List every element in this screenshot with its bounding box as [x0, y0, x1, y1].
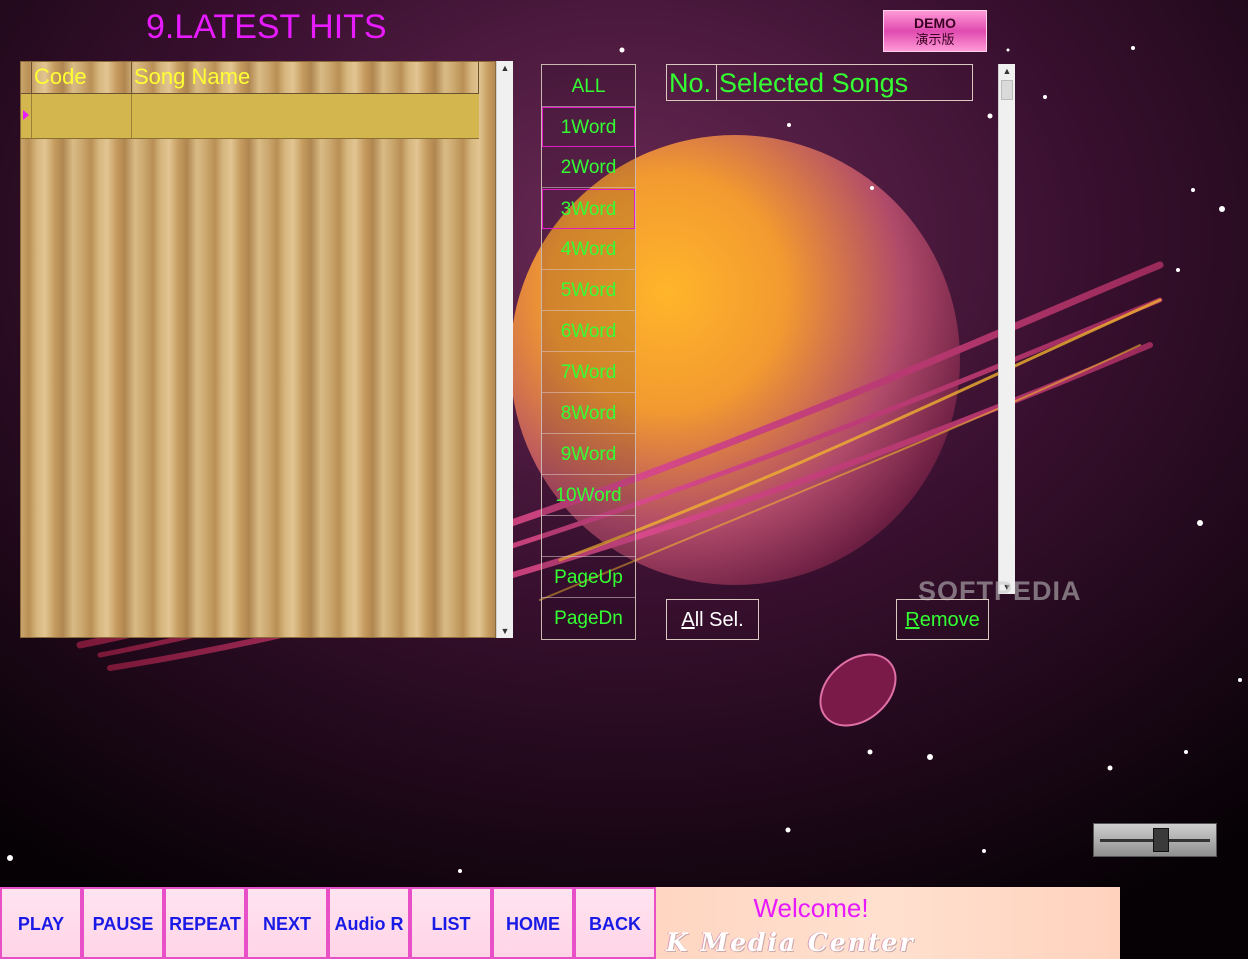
cell-code[interactable] — [32, 94, 132, 138]
page-title: 9.LATEST HITS — [146, 8, 387, 46]
play-button[interactable]: PLAY — [0, 887, 82, 959]
select-all-label: ll Sel. — [694, 609, 744, 631]
scroll-thumb[interactable] — [1001, 80, 1013, 100]
volume-knob[interactable] — [1153, 828, 1169, 852]
filter-10word[interactable]: 10Word — [542, 476, 635, 516]
select-all-button[interactable]: All Sel. — [666, 599, 759, 640]
demo-label: DEMO — [914, 15, 956, 31]
scroll-up-icon[interactable]: ▲ — [497, 61, 513, 75]
row-selector[interactable] — [21, 94, 32, 138]
filter-6word[interactable]: 6Word — [542, 312, 635, 352]
filter-2word[interactable]: 2Word — [542, 148, 635, 188]
brand-logo: K Media Center — [666, 928, 915, 957]
table-row[interactable] — [21, 94, 479, 139]
remove-accel: R — [905, 609, 920, 631]
remove-button[interactable]: Remove — [896, 599, 989, 640]
volume-slider[interactable] — [1093, 823, 1217, 857]
filter-5word[interactable]: 5Word — [542, 271, 635, 311]
filter-4word[interactable]: 4Word — [542, 230, 635, 270]
repeat-button[interactable]: REPEAT — [164, 887, 246, 959]
filter-1word[interactable]: 1Word — [542, 107, 635, 147]
next-button[interactable]: NEXT — [246, 887, 328, 959]
filter-3word[interactable]: 3Word — [542, 189, 635, 229]
selected-songs-header: No. Selected Songs — [666, 64, 973, 101]
filter-9word[interactable]: 9Word — [542, 435, 635, 475]
scroll-down-icon[interactable]: ▼ — [497, 624, 513, 638]
welcome-message: Welcome! — [753, 893, 869, 923]
song-list-scrollbar[interactable]: ▲ ▼ — [496, 61, 513, 638]
scroll-up-icon[interactable]: ▲ — [999, 64, 1015, 78]
demo-badge: DEMO 演示版 — [883, 10, 987, 52]
filter-7word[interactable]: 7Word — [542, 353, 635, 393]
column-header-no: No. — [667, 65, 717, 100]
demo-label-cn: 演示版 — [915, 32, 955, 47]
filter-8word[interactable]: 8Word — [542, 394, 635, 434]
back-button[interactable]: BACK — [574, 887, 656, 959]
word-filter-panel: ALL 1Word 2Word 3Word 4Word 5Word 6Word … — [541, 64, 636, 640]
selected-songs-scrollbar[interactable]: ▲ ▼ — [998, 64, 1015, 594]
song-list-grid[interactable]: Code Song Name — [20, 61, 496, 638]
pause-button[interactable]: PAUSE — [82, 887, 164, 959]
audio-r-button[interactable]: Audio R — [328, 887, 410, 959]
column-header-selected-songs: Selected Songs — [719, 68, 909, 98]
home-button[interactable]: HOME — [492, 887, 574, 959]
row-header-cell — [21, 62, 32, 93]
filter-blank[interactable] — [542, 517, 635, 557]
bottom-nav-bar: PLAY PAUSE REPEAT NEXT Audio R LIST HOME… — [0, 887, 656, 959]
row-pointer-icon — [23, 110, 29, 120]
column-header-code[interactable]: Code — [32, 62, 132, 93]
column-header-song-name[interactable]: Song Name — [132, 62, 479, 93]
welcome-panel: Welcome! K Media Center — [656, 887, 1120, 959]
page-down-button[interactable]: PageDn — [542, 599, 635, 639]
list-button[interactable]: LIST — [410, 887, 492, 959]
remove-label: emove — [919, 609, 980, 631]
filter-all[interactable]: ALL — [542, 65, 635, 107]
cell-song-name[interactable] — [132, 94, 479, 138]
select-all-accel: A — [681, 609, 695, 631]
grid-header: Code Song Name — [21, 62, 479, 94]
page-up-button[interactable]: PageUp — [542, 558, 635, 598]
